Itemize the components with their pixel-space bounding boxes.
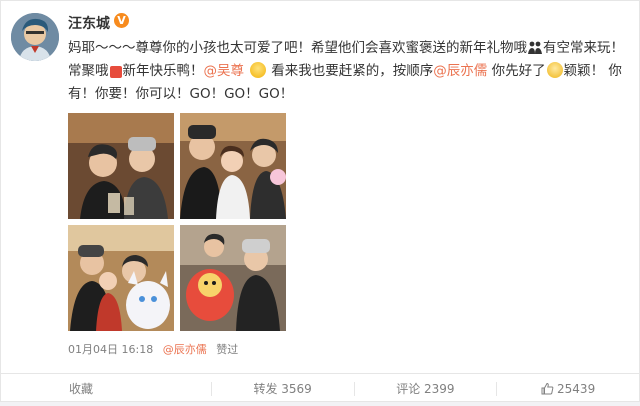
photo-thumbnail[interactable]	[180, 113, 286, 219]
repost-button[interactable]: 转发 3569	[212, 374, 354, 404]
photo-thumbnail[interactable]	[68, 113, 174, 219]
people-emoji	[528, 39, 542, 55]
verified-icon: V	[114, 13, 129, 28]
post-text: 妈耶～～～尊尊你的小孩也太可爱了吧！希望他们会喜欢蜜褒送的新年礼物哦 有空常来玩！…	[68, 37, 628, 106]
username[interactable]: 汪东城	[68, 13, 110, 33]
photo-thumbnail[interactable]	[180, 225, 286, 331]
comment-button[interactable]: 评论 2399	[355, 374, 497, 404]
repost-label: 转发 3569	[253, 382, 312, 396]
comment-label: 评论 2399	[396, 382, 455, 396]
post-text-segment: 看来我也要赶紧的，按顺序	[267, 63, 434, 79]
post-meta: 01月04日 16:18 @辰亦儒 赞过	[68, 341, 238, 357]
mention-link[interactable]: @辰亦儒	[433, 63, 487, 79]
mention-link[interactable]: @辰亦儒	[163, 343, 207, 356]
like-count: 25439	[557, 382, 596, 396]
post-text-segment: 妈耶～～～尊尊你的小孩也太可爱了吧！希望他们会喜欢蜜褒送的新年礼物哦	[68, 40, 527, 56]
post-text-segment: 你先好了	[487, 63, 546, 79]
heart-emoji	[109, 66, 122, 78]
avatar-illustration	[11, 13, 59, 61]
photo-thumbnail[interactable]	[68, 225, 174, 331]
post-timestamp[interactable]: 01月04日 16:18	[68, 343, 153, 356]
like-button[interactable]: 25439	[497, 374, 639, 404]
action-bar: 收藏 转发 3569 评论 2399 25439	[1, 373, 639, 404]
favorite-label: 收藏	[69, 382, 94, 396]
smile-emoji	[546, 62, 563, 78]
liked-label: 赞过	[216, 343, 239, 356]
favorite-button[interactable]: 收藏	[1, 374, 211, 404]
avatar[interactable]	[11, 13, 59, 61]
post-text-segment: 新年快乐鸭！	[122, 63, 204, 79]
photo-grid	[68, 113, 286, 331]
weibo-post-card: 汪东城 V 妈耶～～～尊尊你的小孩也太可爱了吧！希望他们会喜欢蜜褒送的新年礼物哦…	[0, 0, 640, 402]
mention-link[interactable]: @吴尊	[204, 63, 245, 79]
cute-face-emoji	[250, 62, 266, 78]
